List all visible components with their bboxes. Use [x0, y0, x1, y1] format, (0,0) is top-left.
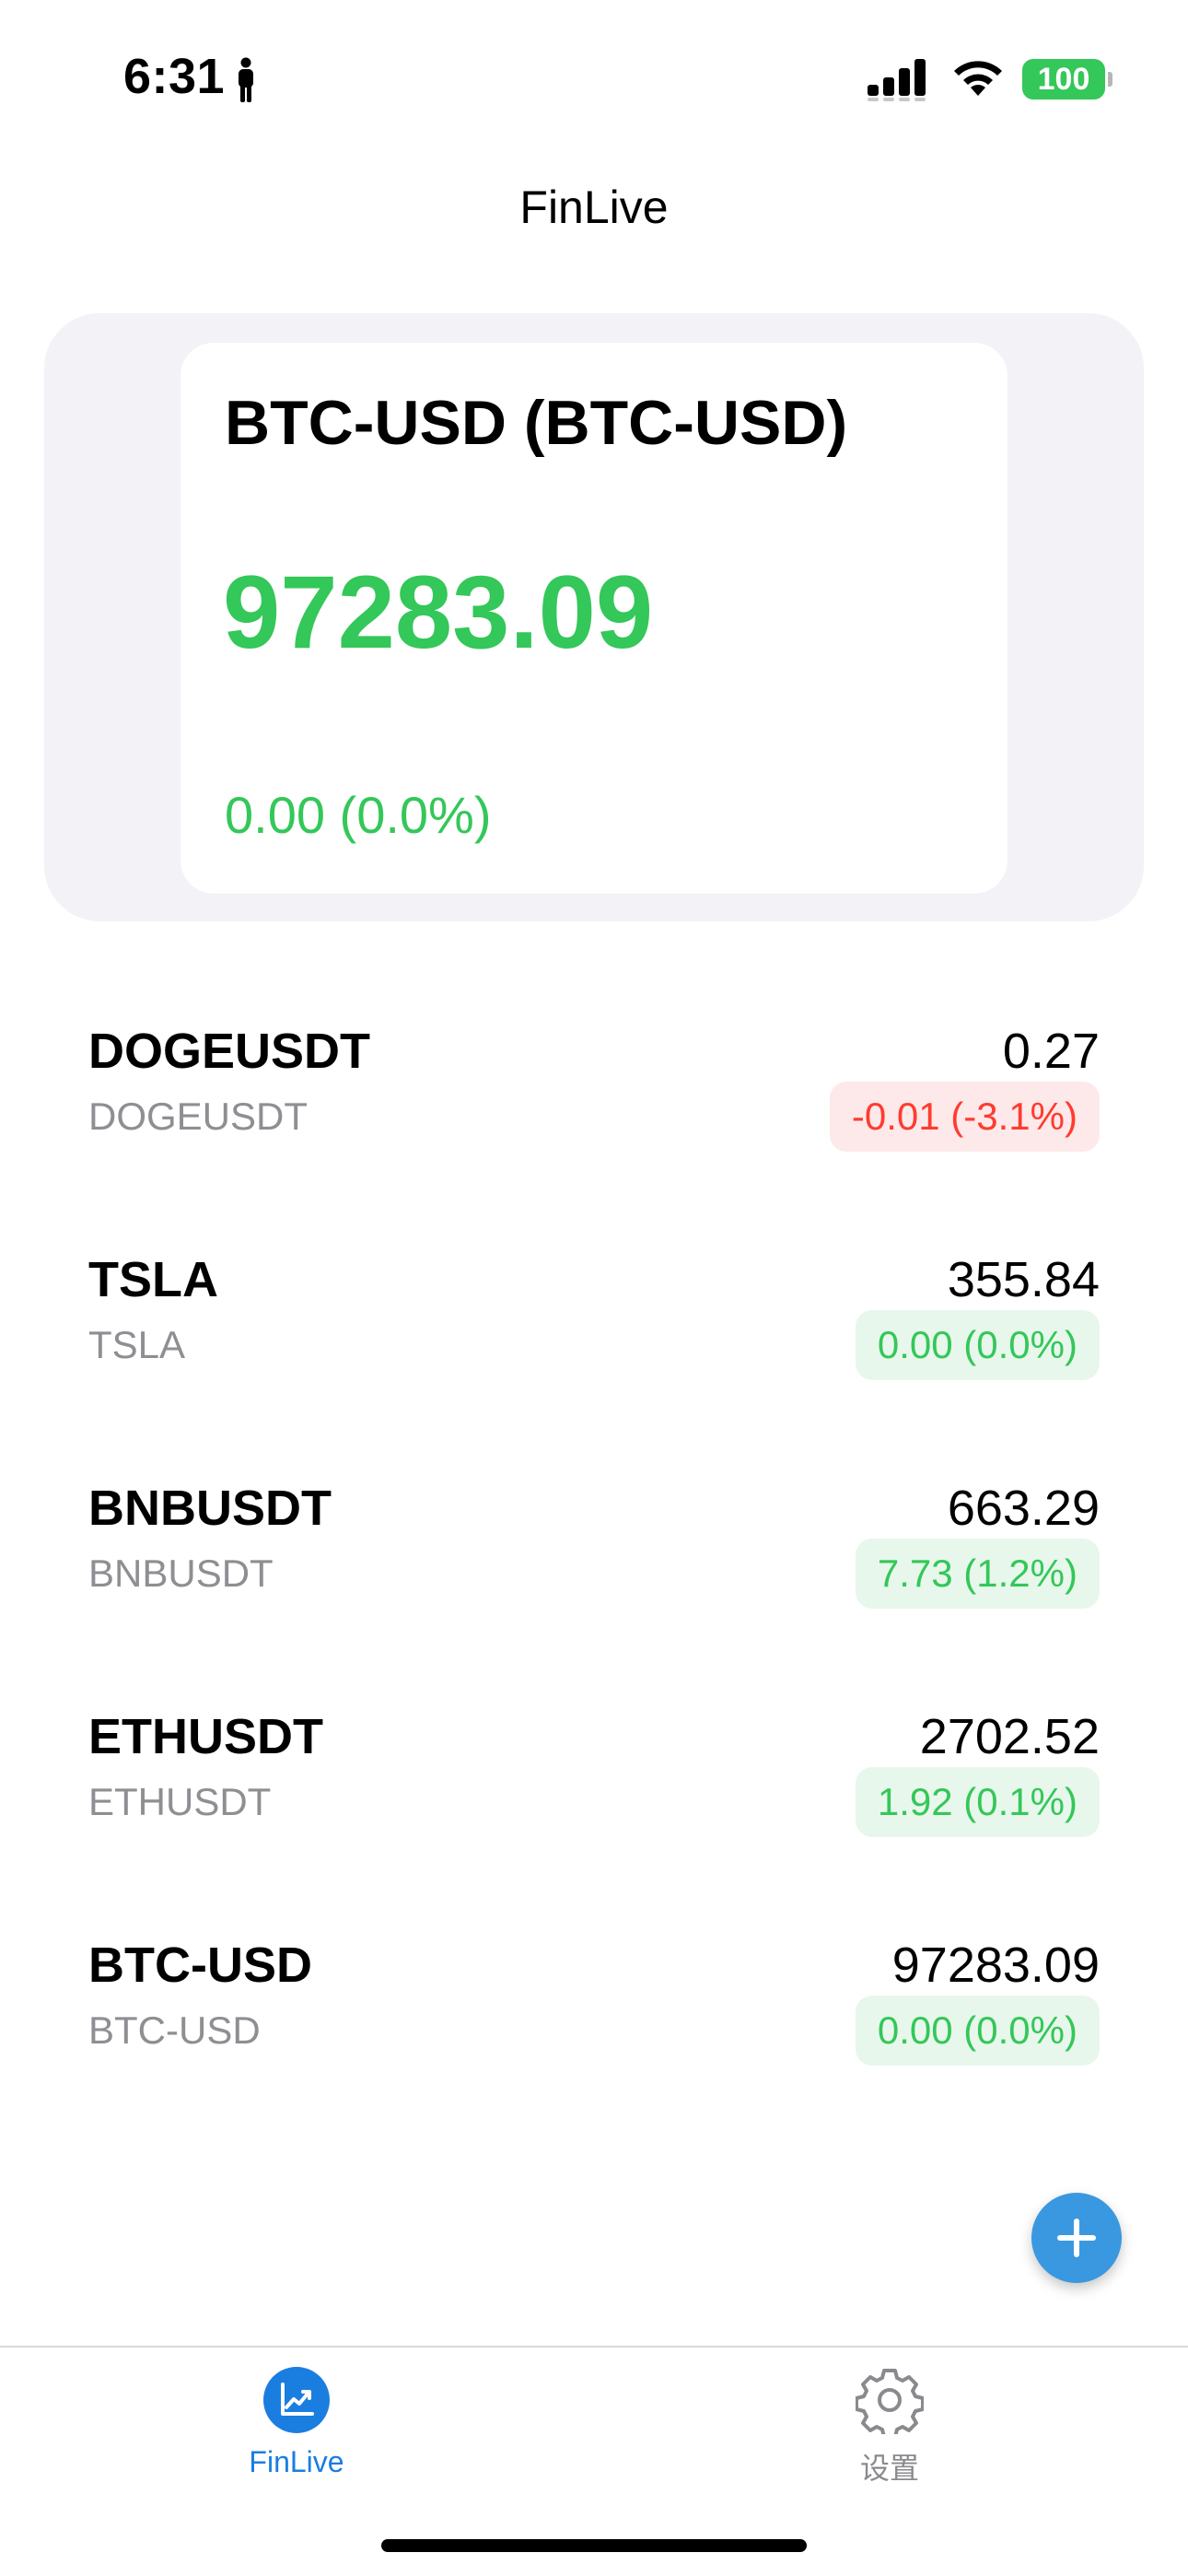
change-badge: 0.00 (0.0%) [855, 1996, 1100, 2066]
status-time: 6:31 [123, 49, 226, 104]
screen: 6:31 100 FinLive BTC-USD (BTC-USD) 97283… [0, 0, 1188, 2576]
wifi-icon [954, 61, 1002, 96]
ticker-price: 2702.52 [919, 1709, 1100, 1764]
add-button[interactable] [1031, 2193, 1122, 2283]
tab-finlive[interactable]: FinLive [158, 2366, 435, 2479]
gear-icon [856, 2369, 924, 2434]
ticker-price: 355.84 [947, 1252, 1100, 1307]
list-item[interactable]: BTC-USD BTC-USD 97283.09 0.00 (0.0%) [0, 1927, 1188, 2156]
ticker-symbol: DOGEUSDT [88, 1024, 371, 1079]
plus-icon [1057, 2219, 1096, 2257]
featured-title: BTC-USD (BTC-USD) [225, 388, 848, 458]
change-badge: 0.00 (0.0%) [855, 1310, 1100, 1380]
chart-icon [263, 2367, 330, 2433]
list-item[interactable]: ETHUSDT ETHUSDT 2702.52 1.92 (0.1%) [0, 1699, 1188, 1927]
featured-change: 0.00 (0.0%) [225, 786, 492, 844]
ticker-symbol: ETHUSDT [88, 1709, 323, 1764]
ticker-symbol: BNBUSDT [88, 1481, 332, 1536]
list-item[interactable]: DOGEUSDT DOGEUSDT 0.27 -0.01 (-3.1%) [0, 1013, 1188, 1242]
list-item[interactable]: TSLA TSLA 355.84 0.00 (0.0%) [0, 1242, 1188, 1470]
change-badge: -0.01 (-3.1%) [829, 1082, 1100, 1152]
ticker-name: DOGEUSDT [88, 1095, 309, 1138]
ticker-name: ETHUSDT [88, 1780, 272, 1823]
battery-cap [1108, 72, 1112, 87]
ticker-price: 0.27 [1002, 1024, 1100, 1079]
watchlist: DOGEUSDT DOGEUSDT 0.27 -0.01 (-3.1%) TSL… [0, 1013, 1188, 2156]
change-badge: 7.73 (1.2%) [855, 1539, 1100, 1609]
signal-icon [868, 59, 926, 101]
ticker-price: 97283.09 [891, 1938, 1100, 1993]
ticker-name: TSLA [88, 1323, 186, 1366]
list-item[interactable]: BNBUSDT BNBUSDT 663.29 7.73 (1.2%) [0, 1470, 1188, 1699]
ticker-symbol: BTC-USD [88, 1938, 312, 1993]
tab-label: FinLive [249, 2445, 344, 2478]
ticker-name: BNBUSDT [88, 1551, 274, 1595]
featured-price: 97283.09 [223, 555, 654, 670]
change-badge: 1.92 (0.1%) [855, 1767, 1100, 1837]
ticker-price: 663.29 [947, 1481, 1100, 1536]
home-indicator [381, 2539, 807, 2552]
battery-icon: 100 [1022, 59, 1105, 100]
page-title: FinLive [519, 181, 669, 233]
tab-settings[interactable]: 设置 [751, 2366, 1028, 2488]
ticker-symbol: TSLA [88, 1252, 218, 1307]
tab-label: 设置 [859, 2452, 919, 2485]
person-icon [239, 57, 253, 102]
battery-level: 100 [1037, 61, 1090, 97]
status-bar: 6:31 100 [0, 0, 1188, 157]
ticker-name: BTC-USD [88, 2008, 261, 2052]
